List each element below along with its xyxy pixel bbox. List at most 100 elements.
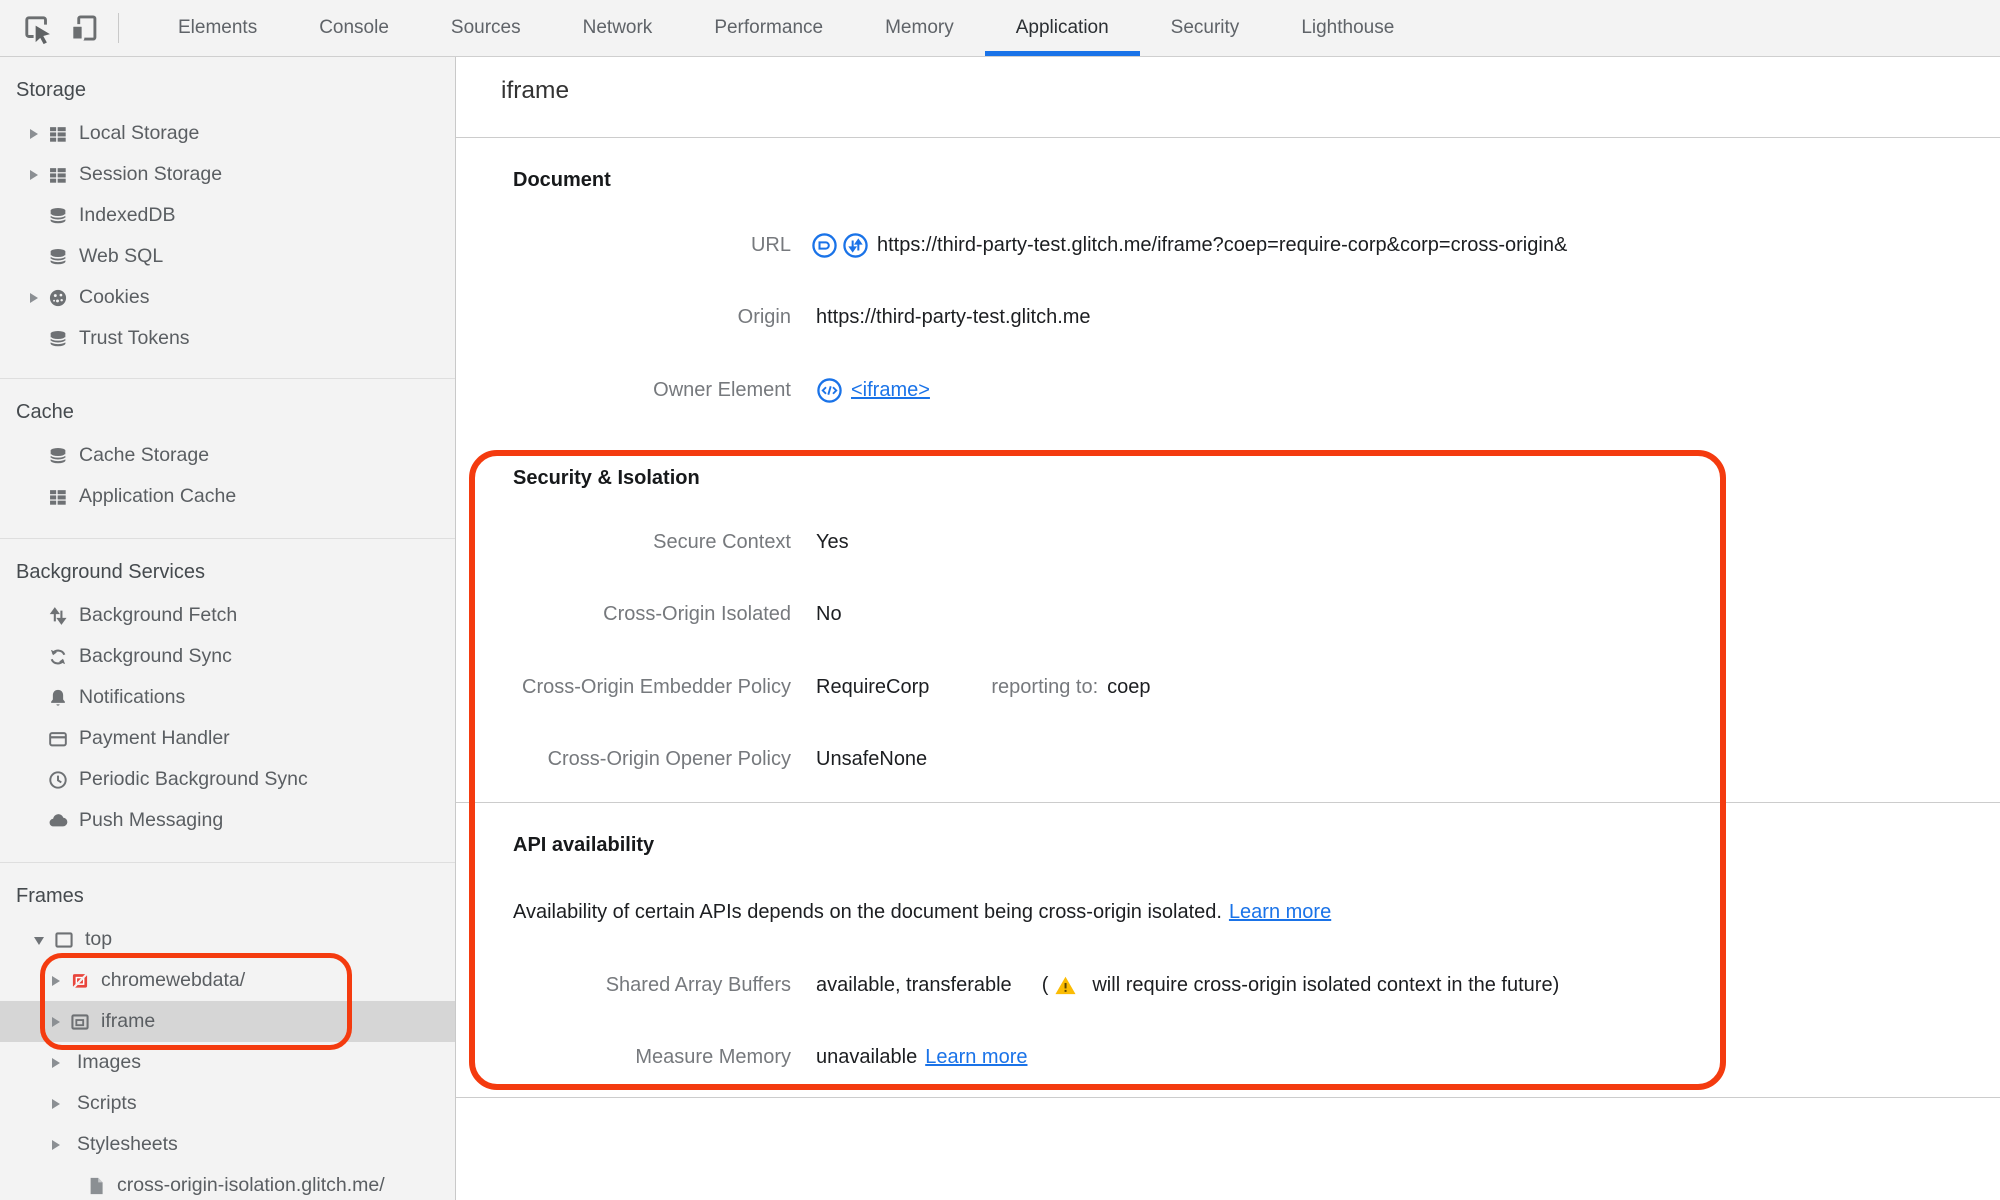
tab-memory[interactable]: Memory	[854, 0, 985, 56]
sidebar-section-background-services: Background Services Background Fetch Bac…	[0, 538, 455, 862]
sidebar-item-periodic-background-sync[interactable]: Periodic Background Sync	[0, 759, 455, 800]
cookie-icon	[46, 286, 70, 310]
owner-iframe-link[interactable]: <iframe>	[851, 379, 930, 402]
tab-console[interactable]: Console	[288, 0, 420, 56]
tab-application[interactable]: Application	[984, 0, 1140, 56]
origin-label: Origin	[737, 305, 791, 328]
sidebar-section-storage: Storage Local Storage Session Storage In…	[0, 57, 455, 378]
frame-tree-item-scripts[interactable]: Scripts	[0, 1083, 455, 1124]
sidebar-item-payment-handler[interactable]: Payment Handler	[0, 718, 455, 759]
expand-arrow-icon[interactable]	[52, 1098, 60, 1109]
sidebar-item-push-messaging[interactable]: Push Messaging	[0, 800, 455, 841]
frame-icon	[52, 928, 76, 952]
owner-element-row: Owner Element <iframe>	[456, 373, 2000, 407]
payment-card-icon	[46, 727, 70, 751]
coep-label: Cross-Origin Embedder Policy	[522, 675, 791, 698]
expand-arrow-icon[interactable]	[52, 1139, 60, 1150]
coep-row: Cross-Origin Embedder Policy RequireCorp…	[456, 670, 2000, 704]
origin-value: https://third-party-test.glitch.me	[816, 305, 1091, 328]
application-panel-sidebar: Storage Local Storage Session Storage In…	[0, 57, 456, 1200]
frame-tree-item-stylesheets[interactable]: Stylesheets	[0, 1124, 455, 1165]
sidebar-item-web-sql[interactable]: Web SQL	[0, 236, 455, 277]
tab-performance[interactable]: Performance	[683, 0, 854, 56]
expand-arrow-icon[interactable]	[52, 1057, 60, 1068]
sidebar-item-background-sync[interactable]: Background Sync	[0, 636, 455, 677]
frame-tree-label: Images	[77, 1051, 141, 1073]
sidebar-item-trust-tokens[interactable]: Trust Tokens	[0, 318, 455, 359]
sidebar-item-label: Push Messaging	[79, 809, 224, 831]
database-icon	[46, 245, 70, 269]
devtools-tab-bar: Elements Console Sources Network Perform…	[147, 0, 1425, 56]
frame-tree-label: iframe	[101, 1010, 156, 1032]
inspect-element-icon[interactable]	[18, 9, 56, 47]
frame-tree-item-images[interactable]: Images	[0, 1042, 455, 1083]
expand-arrow-icon[interactable]	[52, 1016, 60, 1027]
database-icon	[46, 204, 70, 228]
tab-lighthouse[interactable]: Lighthouse	[1270, 0, 1425, 56]
frame-tree-item-top[interactable]: top	[0, 919, 455, 960]
sidebar-item-application-cache[interactable]: Application Cache	[0, 476, 455, 517]
expand-arrow-icon[interactable]	[52, 975, 60, 986]
expand-arrow-icon[interactable]	[30, 128, 38, 139]
secure-context-label: Secure Context	[653, 530, 791, 553]
frame-details-panel: iframe Document URL https://third-party-…	[456, 57, 2000, 1200]
collapse-arrow-icon[interactable]	[34, 937, 44, 945]
page-title: iframe	[501, 77, 570, 104]
shared-array-buffers-row: Shared Array Buffers available, transfer…	[456, 968, 2000, 1002]
tab-network[interactable]: Network	[552, 0, 684, 56]
frame-tree-label: Scripts	[77, 1092, 137, 1114]
section-title: Frames	[16, 885, 84, 907]
frame-tree-label: chromewebdata/	[101, 969, 246, 991]
sidebar-item-label: Periodic Background Sync	[79, 768, 308, 790]
database-icon	[46, 444, 70, 468]
sidebar-item-label: Background Fetch	[79, 604, 238, 626]
devtools-window: Elements Console Sources Network Perform…	[0, 0, 2000, 1200]
measure-memory-label: Measure Memory	[635, 1045, 791, 1068]
sidebar-item-label: Local Storage	[79, 122, 200, 144]
divider	[456, 802, 2000, 803]
section-title: Background Services	[16, 561, 205, 583]
cross-origin-isolated-label: Cross-Origin Isolated	[603, 602, 791, 625]
frame-tree-item-cross-origin-isolation[interactable]: cross-origin-isolation.glitch.me/	[0, 1165, 455, 1200]
measure-memory-learn-more-link[interactable]: Learn more	[925, 1046, 1027, 1069]
section-title: Cache	[16, 401, 74, 423]
sidebar-item-session-storage[interactable]: Session Storage	[0, 154, 455, 195]
section-title: Storage	[16, 79, 87, 101]
url-label: URL	[750, 233, 791, 256]
device-toolbar-icon[interactable]	[64, 9, 102, 47]
sidebar-item-cache-storage[interactable]: Cache Storage	[0, 435, 455, 476]
secure-context-value: Yes	[816, 530, 849, 553]
frame-tree-label: cross-origin-isolation.glitch.me/	[117, 1174, 385, 1196]
tab-elements[interactable]: Elements	[147, 0, 288, 56]
iframe-icon	[68, 1010, 92, 1034]
cloud-icon	[46, 809, 70, 833]
api-learn-more-link[interactable]: Learn more	[1229, 901, 1331, 924]
tab-security[interactable]: Security	[1140, 0, 1271, 56]
frame-tree-item-chromewebdata[interactable]: chromewebdata/	[0, 960, 455, 1001]
warning-paren: (	[1041, 973, 1049, 996]
devtools-toolbar: Elements Console Sources Network Perform…	[0, 0, 2000, 57]
coop-label: Cross-Origin Opener Policy	[547, 747, 791, 770]
sidebar-item-label: Trust Tokens	[79, 327, 190, 349]
reveal-in-network-icon[interactable]	[811, 232, 838, 259]
bell-icon	[46, 686, 70, 710]
measure-memory-row: Measure Memory unavailable Learn more	[456, 1040, 2000, 1074]
code-element-icon[interactable]	[816, 377, 843, 404]
sidebar-item-indexeddb[interactable]: IndexedDB	[0, 195, 455, 236]
expand-arrow-icon[interactable]	[30, 292, 38, 303]
cross-origin-isolated-value: No	[816, 602, 842, 625]
show-network-requests-icon[interactable]	[842, 232, 869, 259]
sidebar-item-background-fetch[interactable]: Background Fetch	[0, 595, 455, 636]
sidebar-item-notifications[interactable]: Notifications	[0, 677, 455, 718]
sidebar-item-label: Notifications	[79, 686, 186, 708]
clock-icon	[46, 768, 70, 792]
frame-tree-label: top	[85, 928, 113, 950]
sidebar-item-cookies[interactable]: Cookies	[0, 277, 455, 318]
tab-sources[interactable]: Sources	[420, 0, 552, 56]
divider	[456, 137, 2000, 138]
sidebar-item-local-storage[interactable]: Local Storage	[0, 113, 455, 154]
table-icon	[46, 485, 70, 509]
frame-tree-item-iframe[interactable]: iframe	[0, 1001, 455, 1042]
expand-arrow-icon[interactable]	[30, 169, 38, 180]
database-icon	[46, 327, 70, 351]
